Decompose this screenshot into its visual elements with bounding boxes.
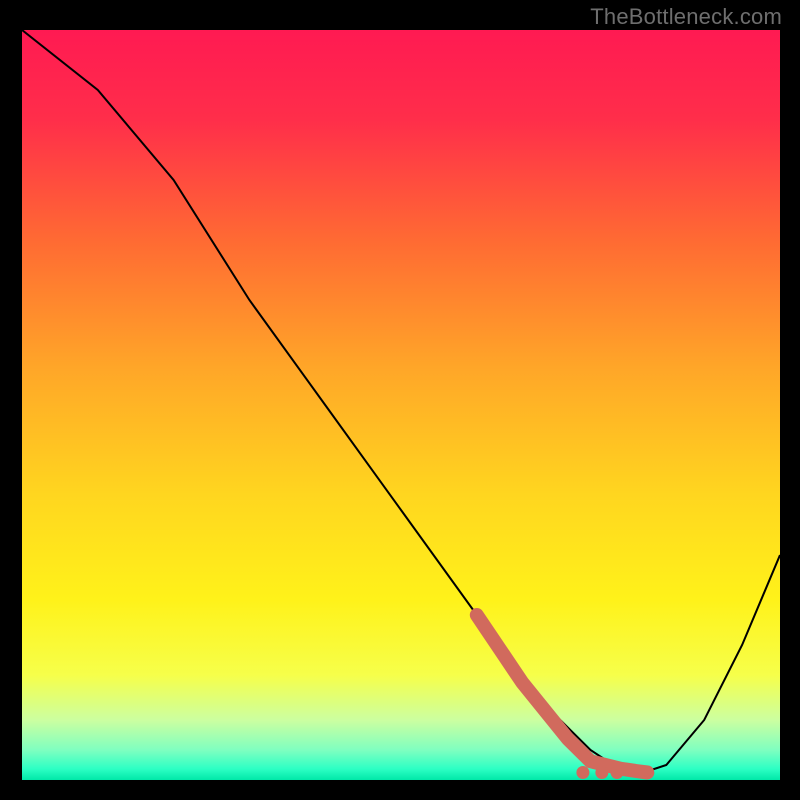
highlight-dot [611,766,624,779]
highlight-dot [595,766,608,779]
highlight-dot [576,766,589,779]
chart-plot-area [22,30,780,780]
gradient-background [22,30,780,780]
chart-frame: TheBottleneck.com [0,0,800,800]
highlight-dot [642,768,652,778]
chart-svg [22,30,780,780]
watermark-text: TheBottleneck.com [590,4,782,30]
